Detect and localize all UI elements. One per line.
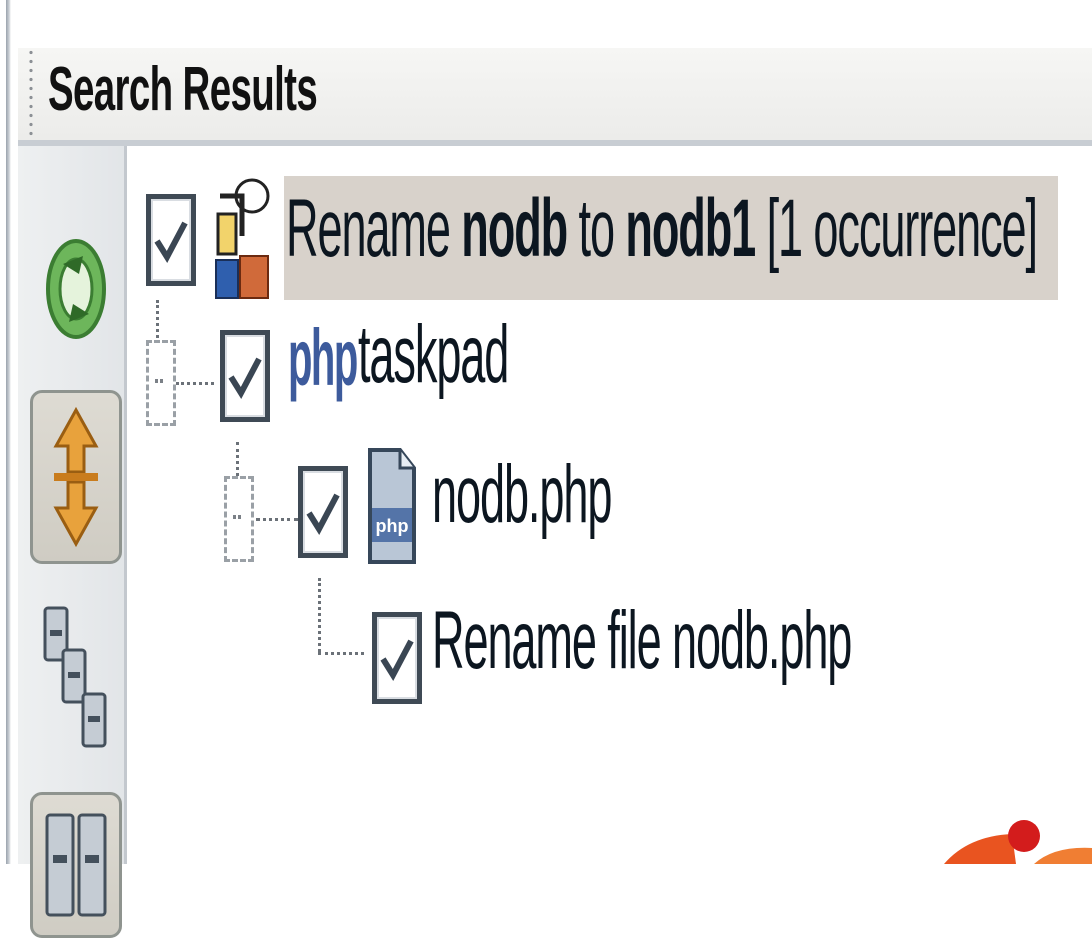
root-checkbox[interactable] (146, 194, 196, 286)
tree-view-icon (43, 606, 107, 748)
tree-row-change[interactable]: Rename file nodb.php (128, 586, 1092, 716)
project-checkbox[interactable] (220, 330, 270, 422)
checkmark-icon (380, 639, 414, 681)
grid-view-icon (45, 813, 107, 917)
expand-toggle[interactable] (224, 476, 254, 562)
project-label: taskpad (358, 309, 509, 400)
panel-title: Search Results (48, 55, 318, 124)
checkmark-icon (154, 221, 188, 263)
change-label: Rename file nodb.php (432, 595, 852, 686)
php-file-icon: php (368, 448, 416, 564)
side-toolbar (18, 146, 127, 938)
php-project-icon: php (288, 313, 358, 402)
tree-row-root[interactable]: Rename nodb to nodb1 [1 occurrence] (128, 146, 1092, 300)
file-checkbox[interactable] (298, 466, 348, 558)
logical-view-button[interactable] (30, 590, 122, 764)
search-results-tree: Rename nodb to nodb1 [1 occurrence] php … (128, 146, 1092, 864)
expand-collapse-button[interactable] (30, 390, 122, 564)
ubuntu-logo-icon (944, 820, 1092, 864)
svg-text:php: php (376, 516, 409, 536)
checkmark-icon (228, 357, 262, 399)
refresh-button[interactable] (30, 202, 122, 376)
panel-title-bar: Search Results (18, 48, 1092, 146)
expand-toggle[interactable] (146, 340, 176, 426)
expand-collapse-icon (53, 406, 99, 548)
left-edge (0, 0, 18, 864)
refresh-icon (46, 239, 106, 339)
checkmark-icon (306, 493, 340, 535)
tree-row-file[interactable]: php nodb.php (128, 432, 1092, 564)
change-checkbox[interactable] (372, 612, 422, 704)
drag-grip-icon[interactable] (28, 48, 34, 140)
file-label: nodb.php (432, 449, 612, 540)
root-label: Rename nodb to nodb1 [1 occurrence] (286, 183, 1038, 274)
tree-row-project[interactable]: php taskpad (128, 296, 1092, 426)
physical-view-button[interactable] (30, 792, 122, 938)
refactor-icon (215, 178, 270, 299)
